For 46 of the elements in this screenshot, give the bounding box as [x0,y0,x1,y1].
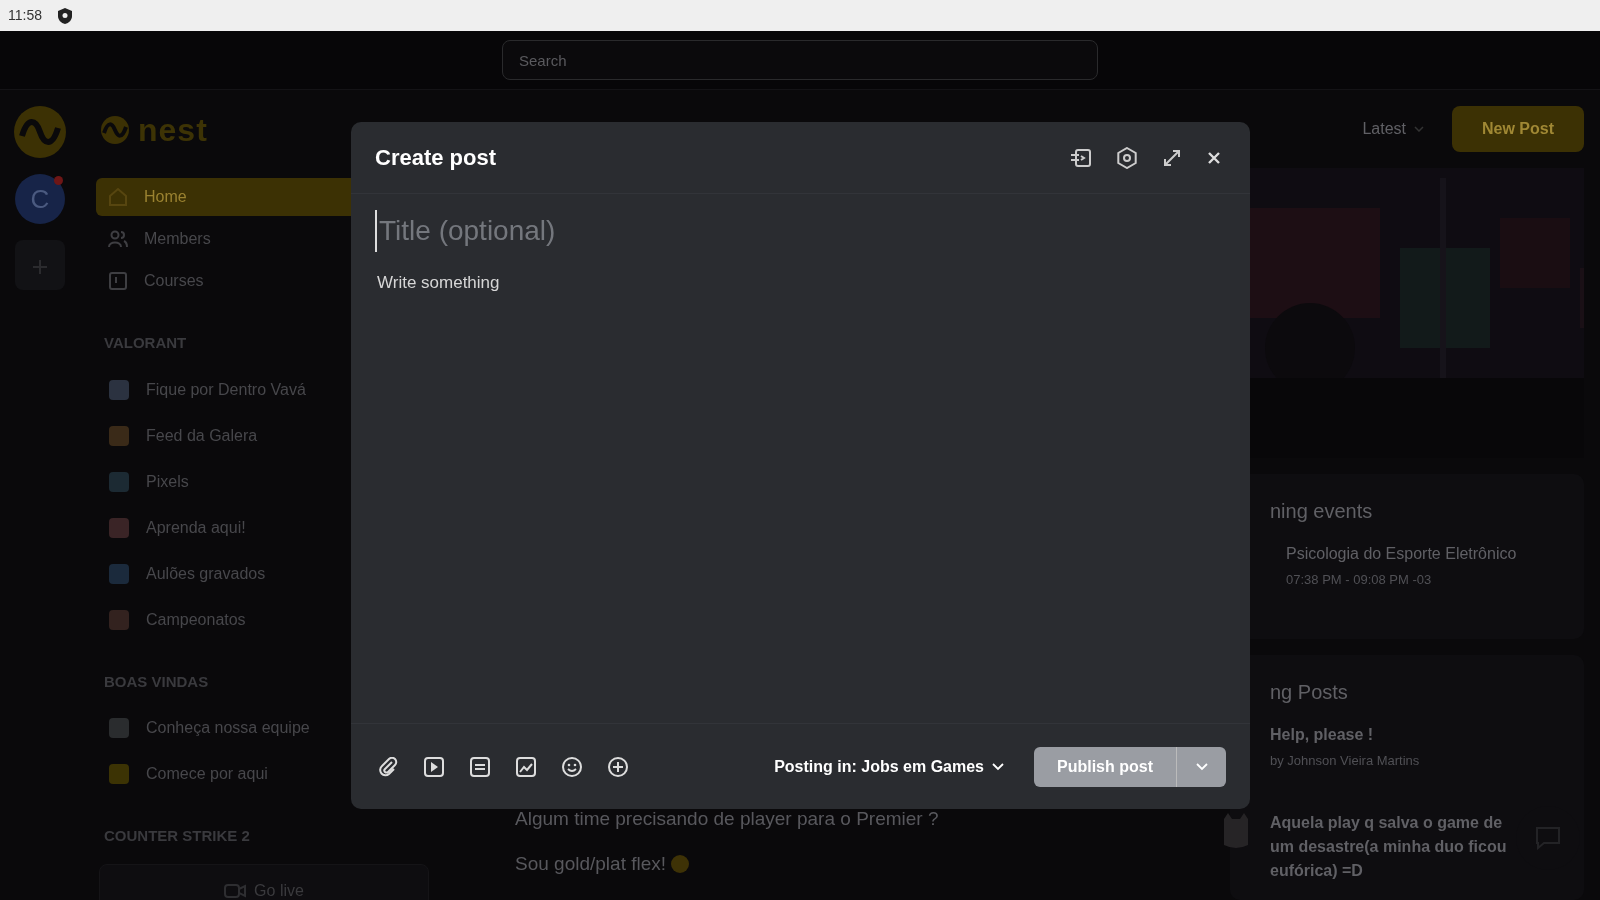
avatar-letter: C [30,182,50,216]
sort-dropdown[interactable]: Latest [1358,117,1428,141]
camera-icon [224,882,247,899]
event-name[interactable]: Psicologia do Esporte Eletrônico [1286,542,1568,566]
video-icon [423,755,445,778]
house-icon [108,187,128,207]
card-title: ng Posts [1270,680,1349,705]
post-title[interactable]: Aquela play q salva o game de um desastre(a minha duo ficou eufórica) =D [1270,810,1510,883]
event-time: 07:38 PM - 09:08 PM -03 [1286,571,1433,589]
post-title[interactable]: Help, please ! [1270,723,1510,747]
publish-options-button[interactable] [1176,746,1226,787]
logo-icon [100,115,130,145]
chevron-down-icon [992,762,1004,771]
channel-item[interactable]: Campeonatos [96,600,432,639]
shield-icon [58,7,72,24]
book-icon [108,271,128,291]
plus-icon [32,258,48,275]
channel-item[interactable]: Aprenda aqui! [96,508,432,547]
body-field[interactable]: Write something [375,268,875,298]
image-icon [515,755,537,778]
post-text: Sou gold/plat flex! [515,851,667,876]
new-post-button[interactable]: New Post [1452,106,1584,152]
card-title: ning events [1270,499,1374,524]
title-field[interactable]: Title (optional) [375,210,875,252]
panel-icon [1070,147,1092,168]
expand-icon [1162,147,1182,168]
channel-item[interactable]: Aulões gravados [96,554,432,593]
channel-item[interactable]: Comece por aqui [96,755,432,793]
posting-in-dropdown[interactable]: Posting in: Jobs em Games [768,753,1010,780]
post-text: Algum time precisando de player para o Premier ? [515,807,939,831]
chevron-down-icon [1414,126,1424,132]
clock-time: 11:58 [8,6,42,25]
people-icon [108,229,128,249]
close-icon [1206,149,1222,166]
search-field[interactable]: Search [502,40,1098,80]
settings-icon [1116,146,1138,169]
plus-icon [607,755,629,778]
paperclip-icon [379,756,399,777]
channel-item[interactable]: Conheça nossa equipe [96,709,432,747]
avatar[interactable]: C [15,174,65,224]
post-author: by Johnson Vieira Martins [1270,752,1421,770]
channel-item[interactable]: Fique por Dentro Vavá [96,370,432,409]
channel-item[interactable]: Feed da Galera [96,416,432,455]
dialog-title: Create post [375,144,497,172]
channel-item[interactable]: Pixels [96,462,432,501]
chevron-down-icon [1195,762,1208,771]
